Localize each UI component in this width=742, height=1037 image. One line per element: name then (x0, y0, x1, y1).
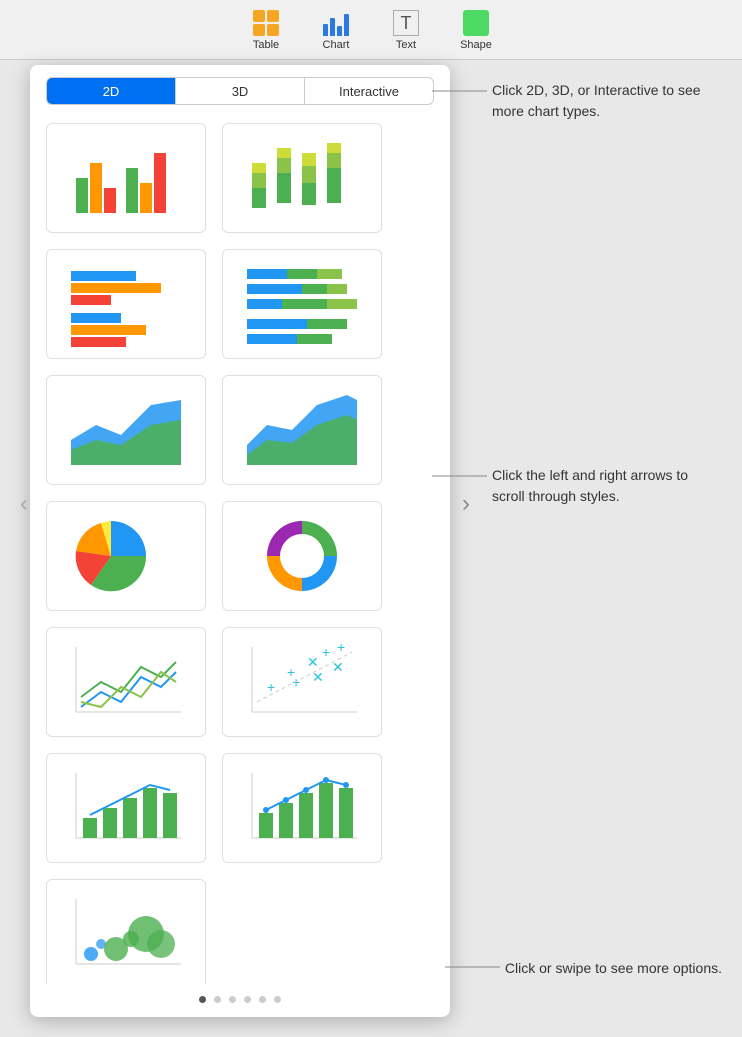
chart-row-3 (46, 375, 434, 485)
pagination-dot-4[interactable] (244, 996, 251, 1003)
chart-row-5: + + ✕ + ✕ + + ✕ (46, 627, 434, 737)
chart-cell-mixed-bar-line[interactable] (222, 753, 382, 863)
nav-left-arrow[interactable]: ‹ (30, 536, 32, 564)
nav-arrow-right[interactable]: › (452, 490, 480, 518)
chart-cell-area-chart-2[interactable] (222, 375, 382, 485)
toolbar: Table Chart T Text Shape (0, 0, 742, 60)
seg-btn-interactive[interactable]: Interactive (305, 78, 433, 104)
chart-cell-line-chart[interactable] (46, 627, 206, 737)
nav-right-arrow[interactable]: › (448, 536, 450, 564)
table-icon (253, 10, 279, 36)
chart-row-4 (46, 501, 434, 611)
toolbar-shape-button[interactable]: Shape (446, 10, 506, 51)
toolbar-text-label: Text (396, 39, 416, 51)
toolbar-table-label: Table (253, 39, 279, 51)
text-icon: T (393, 10, 419, 36)
chart-cell-area-chart[interactable] (46, 375, 206, 485)
toolbar-chart-label: Chart (323, 39, 350, 51)
toolbar-chart-button[interactable]: Chart (306, 10, 366, 51)
shape-icon (463, 10, 489, 36)
svg-text:+: + (322, 644, 330, 660)
chart-type-segmented-control: 2D 3D Interactive (46, 77, 434, 105)
chart-row-1 (46, 123, 434, 233)
pagination-dot-5[interactable] (259, 996, 266, 1003)
chart-cell-vertical-bar-grouped[interactable] (46, 123, 206, 233)
svg-text:✕: ✕ (312, 669, 324, 685)
svg-text:+: + (337, 639, 345, 655)
chart-cell-horizontal-bar-stacked[interactable] (222, 249, 382, 359)
chart-row-6 (46, 753, 434, 863)
pagination-dot-6[interactable] (274, 996, 281, 1003)
chart-cell-pie-chart[interactable] (46, 501, 206, 611)
pagination-dots (30, 984, 450, 1017)
chart-cell-vertical-bar-stacked[interactable] (222, 123, 382, 233)
toolbar-text-button[interactable]: T Text (376, 10, 436, 51)
annotation-chart-types: Click 2D, 3D, or Interactive to see more… (492, 80, 722, 122)
chart-icon (323, 10, 349, 36)
svg-text:+: + (267, 679, 275, 695)
pagination-dot-3[interactable] (229, 996, 236, 1003)
pagination-dot-2[interactable] (214, 996, 221, 1003)
svg-text:✕: ✕ (307, 654, 319, 670)
svg-text:+: + (292, 674, 300, 690)
annotation-swipe: Click or swipe to see more options. (505, 958, 722, 979)
chart-cell-donut-chart[interactable] (222, 501, 382, 611)
chart-row-7 (46, 879, 434, 984)
chart-grid: ‹ › (30, 115, 450, 984)
chart-cell-bubble-chart[interactable] (46, 879, 206, 984)
seg-btn-2d[interactable]: 2D (47, 78, 176, 104)
pagination-dot-1[interactable] (199, 996, 206, 1003)
annotation-scroll-arrows: Click the left and right arrows to scrol… (492, 465, 722, 507)
chart-cell-scatter-chart[interactable]: + + ✕ + ✕ + + ✕ (222, 627, 382, 737)
chart-row-2 (46, 249, 434, 359)
chart-cell-horizontal-bar-grouped[interactable] (46, 249, 206, 359)
toolbar-table-button[interactable]: Table (236, 10, 296, 51)
nav-arrow-left[interactable]: ‹ (10, 490, 38, 518)
chart-picker-panel: 2D 3D Interactive ‹ › (30, 65, 450, 1017)
seg-btn-3d[interactable]: 3D (176, 78, 305, 104)
chart-cell-mixed-bar-chart[interactable] (46, 753, 206, 863)
toolbar-shape-label: Shape (460, 39, 492, 51)
